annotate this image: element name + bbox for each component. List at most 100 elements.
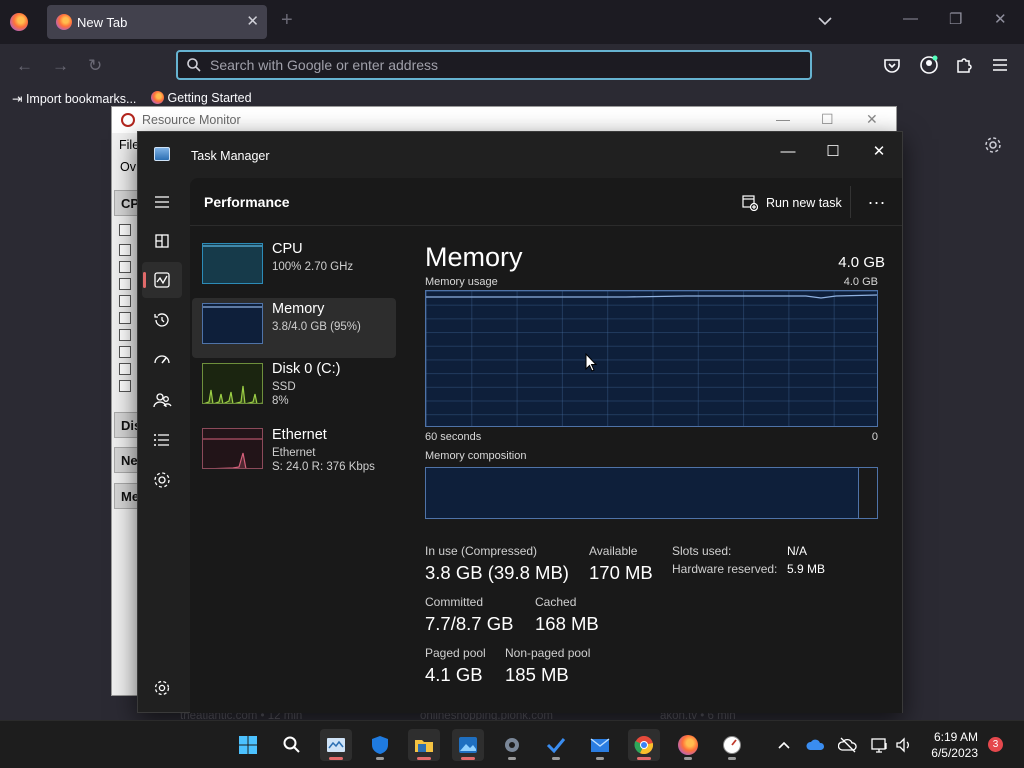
- close-tab-icon[interactable]: ✕: [246, 12, 259, 30]
- search-button[interactable]: [276, 729, 308, 761]
- performance-page: Performance Run new task ... CPU 100% 2.…: [190, 178, 902, 713]
- clock-date: 6/5/2023: [931, 746, 978, 760]
- rm-close-icon[interactable]: ✕: [866, 111, 878, 128]
- startup-apps-icon[interactable]: [152, 350, 172, 370]
- details-list-icon[interactable]: [152, 430, 172, 450]
- firefox-menu-icon[interactable]: [10, 13, 28, 31]
- memory-usage-max: 4.0 GB: [843, 276, 878, 288]
- firefox-bookmark-icon: [151, 91, 164, 104]
- rm-process-checkbox[interactable]: [119, 224, 131, 236]
- network-cloud-offline-icon[interactable]: [838, 735, 858, 755]
- list-all-tabs-chevron-icon[interactable]: [816, 12, 834, 30]
- tm-minimize-icon[interactable]: —: [772, 138, 804, 166]
- tm-maximize-icon[interactable]: ☐: [817, 138, 849, 166]
- rm-overview-tab[interactable]: Ov: [120, 160, 136, 174]
- device-detail: SSD: [272, 381, 296, 393]
- stat-value: 168 MB: [535, 613, 599, 634]
- rm-process-checkbox[interactable]: [119, 380, 131, 392]
- folder-icon: [415, 740, 433, 752]
- task-manager-title: Task Manager: [191, 149, 270, 163]
- taskbar-mail[interactable]: [584, 729, 616, 761]
- stat-cached: Cached 168 MB: [535, 595, 599, 635]
- device-item-memory[interactable]: Memory 3.8/4.0 GB (95%): [192, 298, 396, 358]
- hamburger-menu-icon[interactable]: [990, 55, 1010, 75]
- taskbar-task-manager[interactable]: [320, 729, 352, 761]
- users-icon[interactable]: [152, 390, 172, 410]
- back-arrow-icon[interactable]: ←: [16, 56, 33, 76]
- address-input[interactable]: [210, 56, 770, 74]
- reload-icon[interactable]: ↻: [88, 56, 102, 76]
- app-history-icon[interactable]: [152, 310, 172, 330]
- more-options-icon[interactable]: ...: [868, 188, 886, 209]
- stat-committed: Committed 7.7/8.7 GB: [425, 595, 513, 635]
- disk-thumbnail-graph: [202, 363, 263, 404]
- network-monitor-icon[interactable]: [870, 735, 890, 755]
- services-icon[interactable]: [152, 470, 172, 490]
- device-name: Disk 0 (C:): [272, 361, 341, 377]
- resource-monitor-app-icon: [121, 113, 135, 127]
- settings-gear-icon[interactable]: [152, 678, 172, 698]
- performance-icon[interactable]: [152, 270, 172, 290]
- cpu-mini-chart: [203, 245, 262, 247]
- rm-process-checkbox[interactable]: [119, 312, 131, 324]
- taskbar-firefox[interactable]: [672, 729, 704, 761]
- rm-minimize-icon[interactable]: —: [776, 111, 790, 127]
- task-manager-titlebar: Task Manager — ☐ ✕: [138, 132, 902, 178]
- rm-process-checkbox[interactable]: [119, 329, 131, 341]
- rm-process-checkbox[interactable]: [119, 261, 131, 273]
- taskbar-photos[interactable]: [452, 729, 484, 761]
- rm-process-checkbox[interactable]: [119, 278, 131, 290]
- run-new-task-button[interactable]: Run new task: [742, 192, 842, 214]
- taskbar-resource-monitor[interactable]: [716, 729, 748, 761]
- rm-process-checkbox[interactable]: [119, 346, 131, 358]
- start-button[interactable]: [232, 729, 264, 761]
- new-tab-plus-icon[interactable]: +: [281, 9, 293, 32]
- onedrive-cloud-icon[interactable]: [806, 735, 826, 755]
- show-hidden-icons-chevron-icon[interactable]: [774, 735, 794, 755]
- taskbar-todo[interactable]: [540, 729, 572, 761]
- slots-used-value: N/A: [787, 544, 808, 558]
- processes-icon[interactable]: [152, 231, 172, 251]
- device-item-disk[interactable]: Disk 0 (C:) SSD 8%: [192, 358, 396, 418]
- newtab-settings-gear-icon[interactable]: [984, 136, 1002, 154]
- taskbar-defender[interactable]: [364, 729, 396, 761]
- rm-maximize-icon[interactable]: ☐: [821, 111, 834, 128]
- tm-close-icon[interactable]: ✕: [863, 138, 895, 166]
- notification-badge[interactable]: 3: [988, 737, 1003, 752]
- device-item-cpu[interactable]: CPU 100% 2.70 GHz: [192, 238, 396, 298]
- run-new-task-label: Run new task: [766, 196, 842, 210]
- system-clock[interactable]: 6:19 AM 6/5/2023: [922, 729, 978, 761]
- rm-process-checkbox[interactable]: [119, 244, 131, 256]
- browser-close-icon[interactable]: ✕: [994, 10, 1007, 28]
- firefox-tab-icon: [56, 14, 72, 30]
- import-bookmarks-link[interactable]: ⇥ Import bookmarks...: [12, 91, 136, 106]
- forward-arrow-icon[interactable]: →: [52, 56, 69, 76]
- rm-process-checkbox[interactable]: [119, 363, 131, 375]
- address-bar[interactable]: [176, 50, 812, 80]
- taskbar-active-indicator: [329, 757, 343, 760]
- pocket-icon[interactable]: [882, 55, 902, 75]
- hamburger-menu-icon[interactable]: [152, 192, 172, 212]
- taskbar-settings[interactable]: [496, 729, 528, 761]
- browser-minimize-icon[interactable]: —: [903, 10, 918, 27]
- stat-label: Paged pool: [425, 646, 486, 660]
- device-item-ethernet[interactable]: Ethernet Ethernet S: 24.0 R: 376 Kbps: [192, 424, 396, 484]
- mail-icon: [590, 738, 610, 752]
- extensions-puzzle-icon[interactable]: [954, 55, 974, 75]
- rm-process-checkbox[interactable]: [119, 295, 131, 307]
- memory-usage-line: [426, 294, 877, 299]
- account-icon[interactable]: [919, 55, 939, 75]
- resource-monitor-title: Resource Monitor: [142, 113, 241, 127]
- run-task-icon: [742, 195, 758, 211]
- browser-restore-icon[interactable]: ❐: [949, 10, 962, 28]
- taskbar-running-indicator: [508, 757, 516, 760]
- browser-tab-new-tab[interactable]: New Tab ✕: [47, 5, 267, 39]
- ethernet-thumbnail-graph: [202, 428, 263, 469]
- device-detail: 8%: [272, 395, 289, 407]
- memory-thumbnail-graph: [202, 303, 263, 344]
- taskbar-file-explorer[interactable]: [408, 729, 440, 761]
- volume-speaker-icon[interactable]: [894, 735, 914, 755]
- resource-monitor-titlebar: Resource Monitor — ☐ ✕: [112, 107, 896, 133]
- taskbar-chrome[interactable]: [628, 729, 660, 761]
- getting-started-bookmark[interactable]: Getting Started: [151, 91, 252, 105]
